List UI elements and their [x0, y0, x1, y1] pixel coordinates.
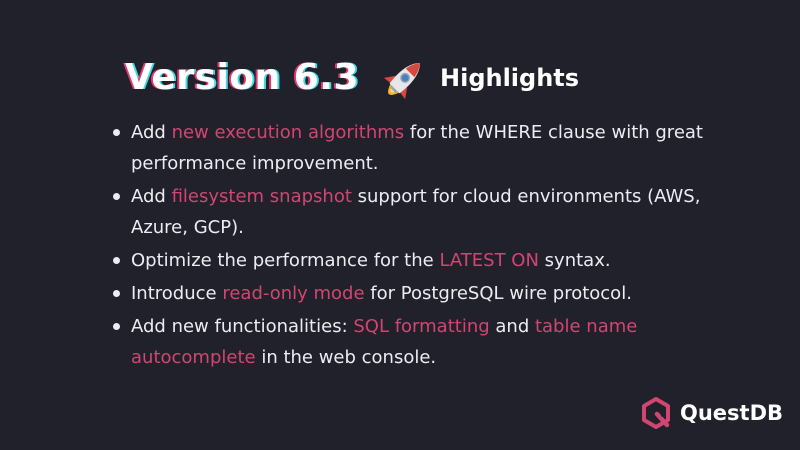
bullet-icon — [113, 129, 120, 136]
highlight-text: read-only mode — [222, 283, 365, 304]
highlight-item: Optimize the performance for the LATEST … — [108, 245, 728, 276]
item-text: Introduce — [131, 283, 223, 304]
item-text: for PostgreSQL wire protocol. — [364, 283, 632, 304]
highlights-title: Highlights — [440, 64, 580, 92]
highlight-item: Add new execution algorithms for the WHE… — [108, 117, 728, 179]
highlight-item: Introduce read-only mode for PostgreSQL … — [108, 278, 728, 309]
item-text: Add — [131, 186, 172, 207]
highlight-text: new execution algorithms — [171, 122, 405, 143]
highlight-text: LATEST ON — [439, 250, 539, 271]
highlight-text: filesystem snapshot — [171, 186, 352, 207]
item-text: Optimize the performance for the — [131, 250, 440, 271]
version-title: Version 6.3 — [125, 57, 359, 98]
item-text: and — [489, 316, 535, 337]
item-text: Add new functionalities: — [131, 316, 354, 337]
item-text: syntax. — [538, 250, 611, 271]
title-row: Version 6.3 Highlights — [125, 52, 725, 108]
highlight-item: Add filesystem snapshot support for clou… — [108, 181, 728, 243]
highlights-list: Add new execution algorithms for the WHE… — [108, 117, 728, 375]
bullet-icon — [113, 290, 120, 297]
bullet-icon — [113, 323, 120, 330]
highlight-text: SQL formatting — [353, 316, 490, 337]
item-text: in the web console. — [255, 347, 437, 368]
bullet-icon — [113, 193, 120, 200]
item-text: Add — [131, 122, 172, 143]
questdb-logo-icon — [640, 397, 672, 429]
bullet-icon — [113, 257, 120, 264]
questdb-logo-text: QuestDB — [680, 401, 784, 425]
highlight-item: Add new functionalities: SQL formatting … — [108, 311, 728, 373]
questdb-logo: QuestDB — [640, 395, 790, 431]
rocket-icon — [375, 52, 431, 108]
